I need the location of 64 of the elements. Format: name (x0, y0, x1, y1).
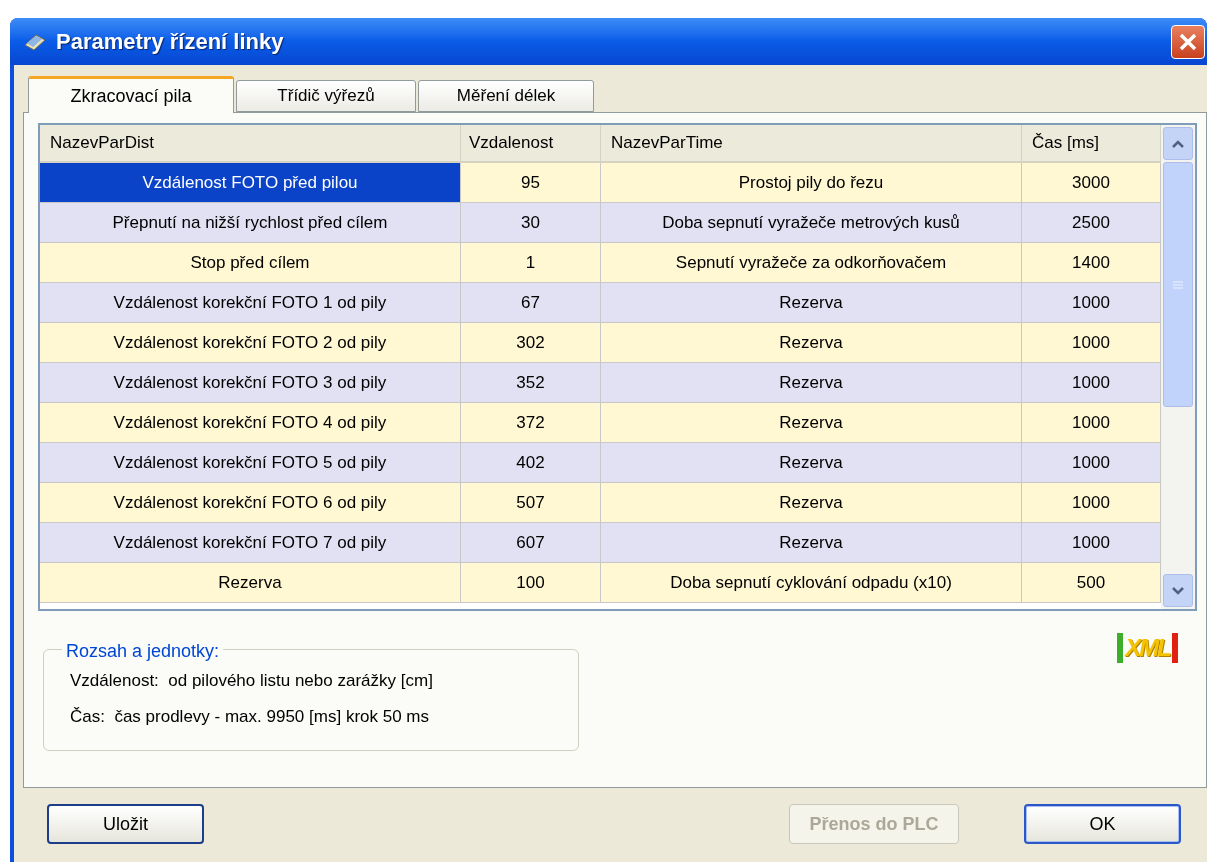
table-cell[interactable]: 352 (461, 363, 601, 403)
tab[interactable]: Zkracovací pila (28, 76, 234, 113)
tab[interactable]: Třídič výřezů (236, 80, 416, 112)
close-button[interactable] (1171, 24, 1205, 59)
table-cell[interactable]: Vzdálenost korekční FOTO 1 od pily (40, 283, 461, 323)
units-text: Vzdálenost: od pilového listu nebo zarážky [cm] (70, 670, 434, 692)
table-cell[interactable]: Rezerva (601, 283, 1022, 323)
table-cell[interactable]: 302 (461, 323, 601, 363)
table-cell[interactable]: Vzdálenost korekční FOTO 5 od pily (40, 443, 461, 483)
table-cell[interactable]: Rezerva (601, 443, 1022, 483)
table-cell[interactable]: Vzdálenost korekční FOTO 4 od pily (40, 403, 461, 443)
table-cell[interactable]: Prostoj pily do řezu (601, 163, 1022, 203)
column-header[interactable]: NazevParDist (40, 125, 461, 161)
table-cell[interactable]: Rezerva (601, 323, 1022, 363)
chevron-down-icon (1172, 586, 1184, 595)
table-cell[interactable]: 1 (461, 243, 601, 283)
table-cell[interactable]: 1000 (1022, 523, 1161, 563)
units-text: Čas: čas prodlevy - max. 9950 [ms] krok 50 ms (70, 705, 430, 728)
table-cell[interactable]: 3000 (1022, 163, 1161, 203)
chevron-up-icon (1172, 139, 1184, 148)
table-cell[interactable]: 500 (1022, 563, 1161, 603)
column-header[interactable]: NazevParTime (601, 125, 1022, 161)
table-cell[interactable]: Rezerva (601, 523, 1022, 563)
table-cell[interactable]: Stop před cílem (40, 243, 461, 283)
scrollbar[interactable] (1161, 125, 1195, 609)
table-cell[interactable]: 402 (461, 443, 601, 483)
table-cell[interactable]: Doba sepnutí cyklování odpadu (x10) (601, 563, 1022, 603)
dialog-button[interactable]: OK (1024, 804, 1181, 844)
table-cell[interactable]: Vzdálenost korekční FOTO 3 od pily (40, 363, 461, 403)
table-cell[interactable]: 507 (461, 483, 601, 523)
table-cell[interactable]: Vzdálenost korekční FOTO 7 od pily (40, 523, 461, 563)
table-cell[interactable]: 1000 (1022, 363, 1161, 403)
table-cell[interactable]: 100 (461, 563, 601, 603)
table-cell[interactable]: Rezerva (601, 403, 1022, 443)
table-cell[interactable]: Vzdálenost FOTO před pilou (40, 163, 461, 203)
table-cell[interactable]: 372 (461, 403, 601, 443)
scroll-up-button[interactable] (1163, 127, 1193, 160)
table-cell[interactable]: Vzdálenost korekční FOTO 6 od pily (40, 483, 461, 523)
table-cell[interactable]: 1400 (1022, 243, 1161, 283)
table-cell[interactable]: 30 (461, 203, 601, 243)
table-cell[interactable]: Doba sepnutí vyražeče metrových kusů (601, 203, 1022, 243)
table-cell[interactable]: 1000 (1022, 403, 1161, 443)
table-cell[interactable]: Vzdálenost korekční FOTO 2 od pily (40, 323, 461, 363)
xml-logo: XML (1117, 633, 1178, 663)
close-icon (1179, 32, 1197, 51)
tab[interactable]: Měření délek (418, 80, 594, 112)
dialog-button[interactable]: Uložit (47, 804, 204, 844)
scroll-thumb[interactable] (1163, 162, 1193, 407)
table-cell[interactable]: Rezerva (601, 363, 1022, 403)
table-cell[interactable]: 95 (461, 163, 601, 203)
table-cell[interactable]: 1000 (1022, 323, 1161, 363)
table-cell[interactable]: Rezerva (601, 483, 1022, 523)
column-header[interactable]: Vzdalenost (461, 125, 601, 161)
table-cell[interactable]: 1000 (1022, 283, 1161, 323)
table-cell[interactable]: 2500 (1022, 203, 1161, 243)
table-cell[interactable]: 1000 (1022, 483, 1161, 523)
window-title: Parametry řízení linky (56, 28, 284, 56)
table-cell[interactable]: 67 (461, 283, 601, 323)
table-cell[interactable]: Přepnutí na nižší rychlost před cílem (40, 203, 461, 243)
table-cell[interactable]: 607 (461, 523, 601, 563)
table-cell[interactable]: Rezerva (40, 563, 461, 603)
table-cell[interactable]: 1000 (1022, 443, 1161, 483)
scroll-down-button[interactable] (1163, 574, 1193, 607)
table-cell[interactable]: Sepnutí vyražeče za odkorňovačem (601, 243, 1022, 283)
